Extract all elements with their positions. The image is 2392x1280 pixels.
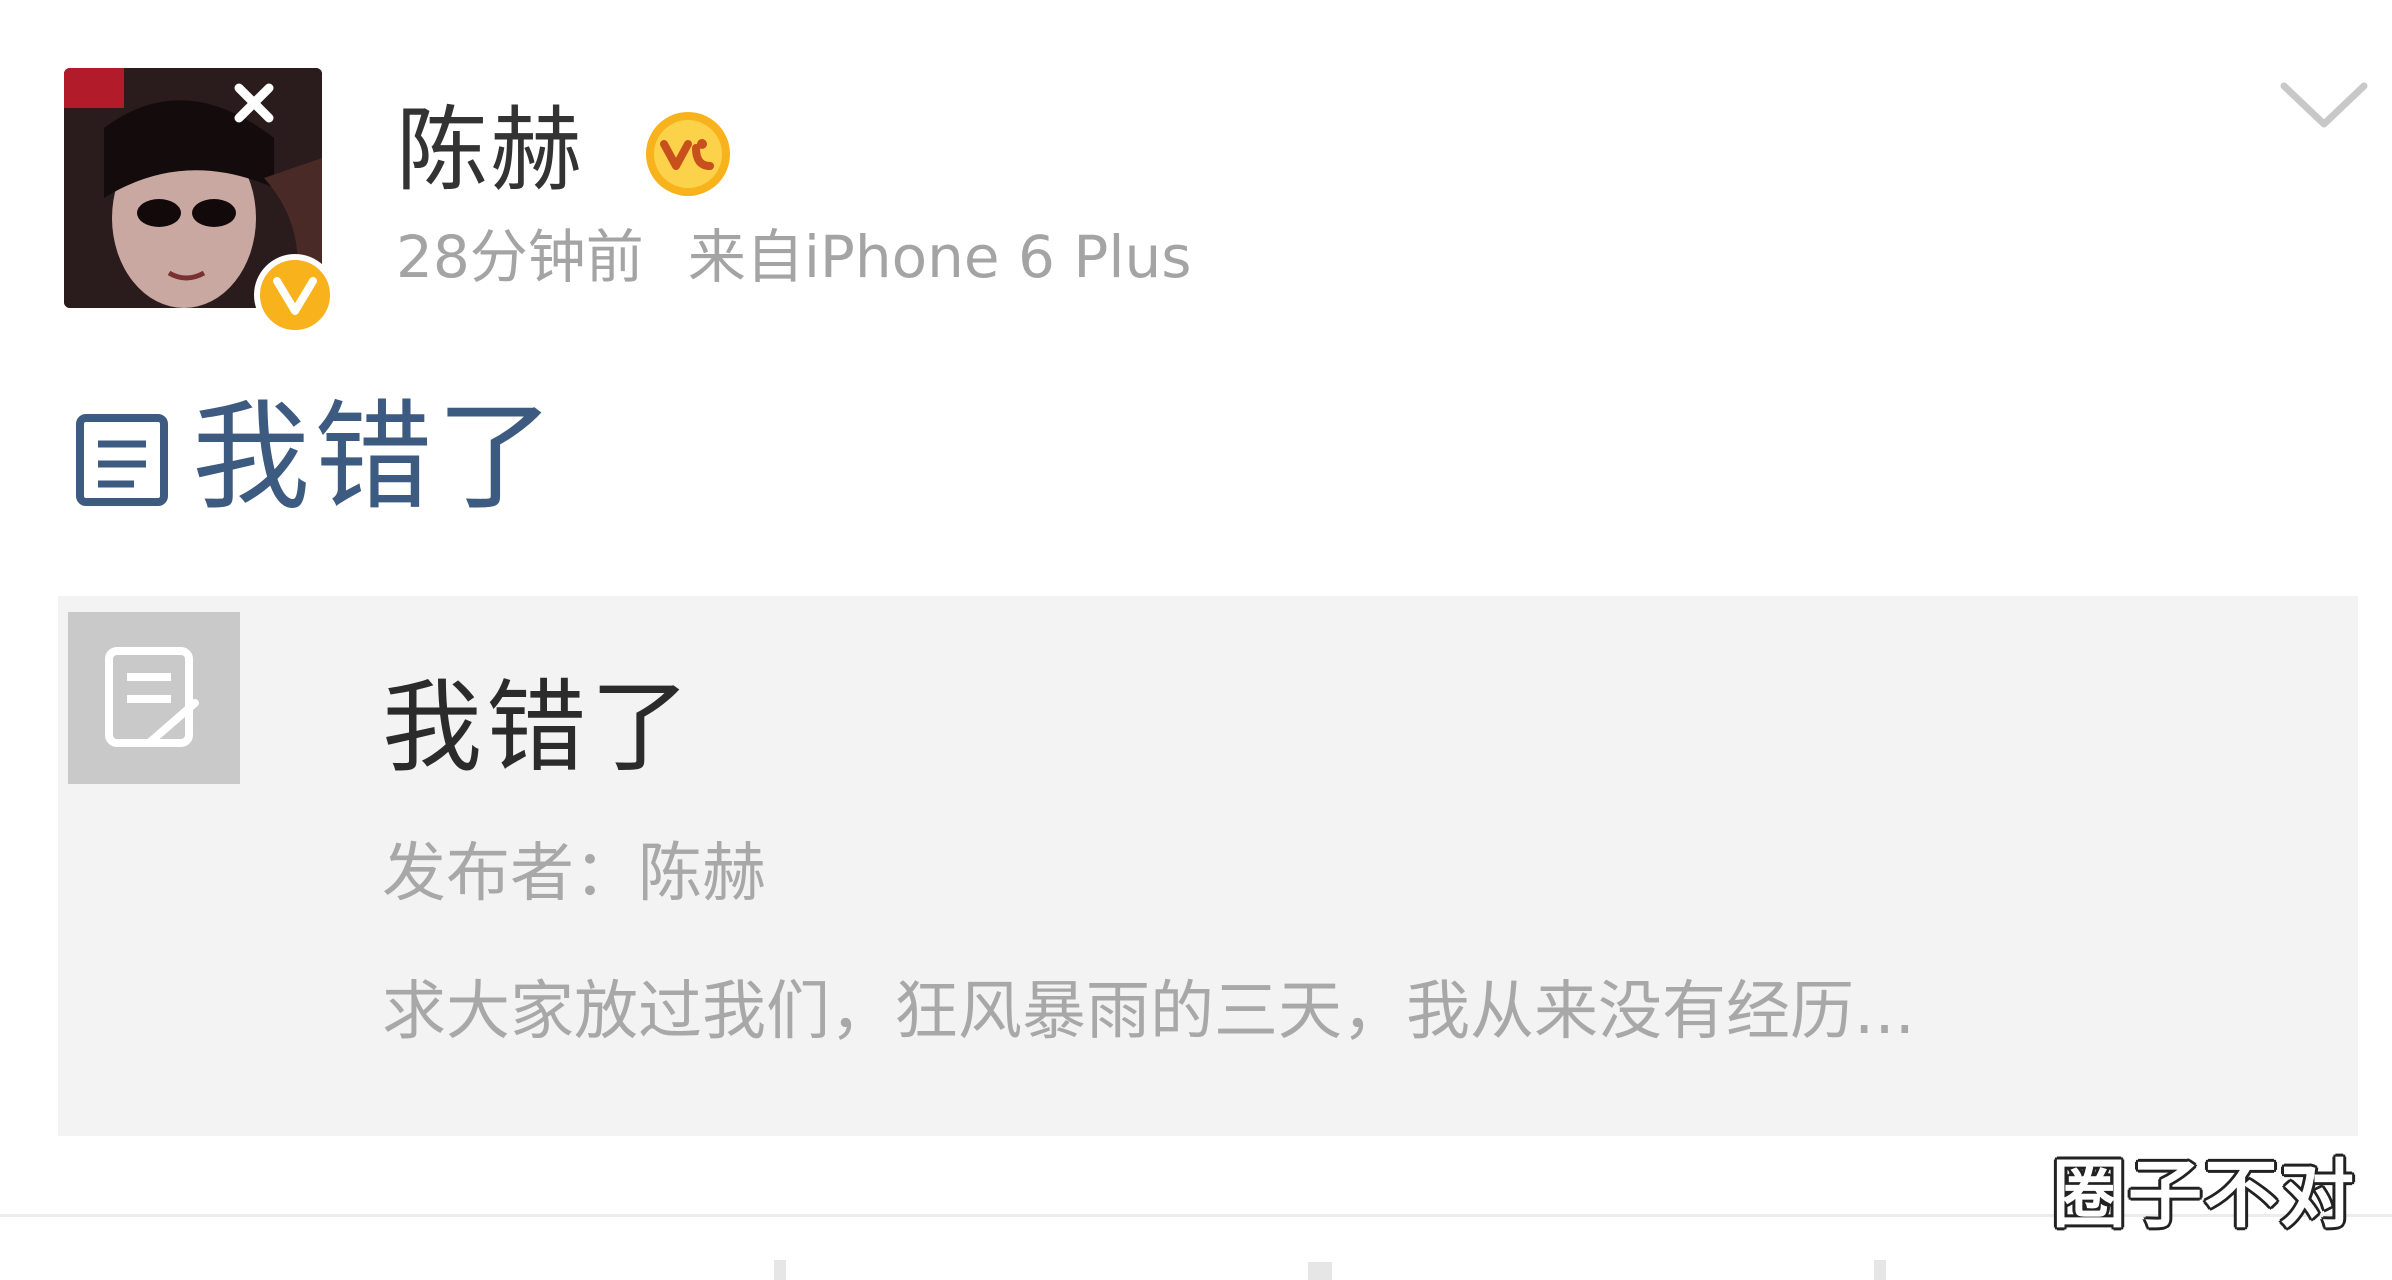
- article-thumbnail-icon: [68, 612, 240, 784]
- post-source[interactable]: 来自iPhone 6 Plus: [688, 223, 1192, 291]
- divider: [0, 1214, 2392, 1217]
- article-icon: [74, 410, 174, 510]
- post-meta: 28分钟前 来自iPhone 6 Plus: [396, 222, 1191, 292]
- comment-icon[interactable]: [1300, 1240, 1340, 1280]
- card-description: 求大家放过我们，狂风暴雨的三天，我从来没有经历...: [382, 975, 1916, 1049]
- card-title[interactable]: 我错了: [382, 670, 694, 786]
- chevron-down-icon[interactable]: [2278, 72, 2370, 142]
- post-time: 28分钟前: [396, 223, 644, 291]
- post-body[interactable]: 我错了: [74, 392, 558, 522]
- card-author: 发布者：陈赫: [382, 837, 766, 911]
- weibo-post: 陈赫 28分钟前 来自iPhone 6 Plus 我错了 我错了 发布者：陈赫 …: [0, 0, 2392, 1280]
- repost-icon[interactable]: [760, 1240, 800, 1280]
- like-icon[interactable]: [1860, 1240, 1900, 1280]
- article-card[interactable]: 我错了 发布者：陈赫 求大家放过我们，狂风暴雨的三天，我从来没有经历...: [58, 596, 2358, 1136]
- verified-v-icon: [254, 254, 336, 336]
- post-text-link[interactable]: 我错了: [192, 392, 558, 522]
- watermark: 圈子不对: [2052, 1152, 2356, 1238]
- username[interactable]: 陈赫: [396, 96, 584, 206]
- vip-crown-icon[interactable]: [640, 104, 736, 200]
